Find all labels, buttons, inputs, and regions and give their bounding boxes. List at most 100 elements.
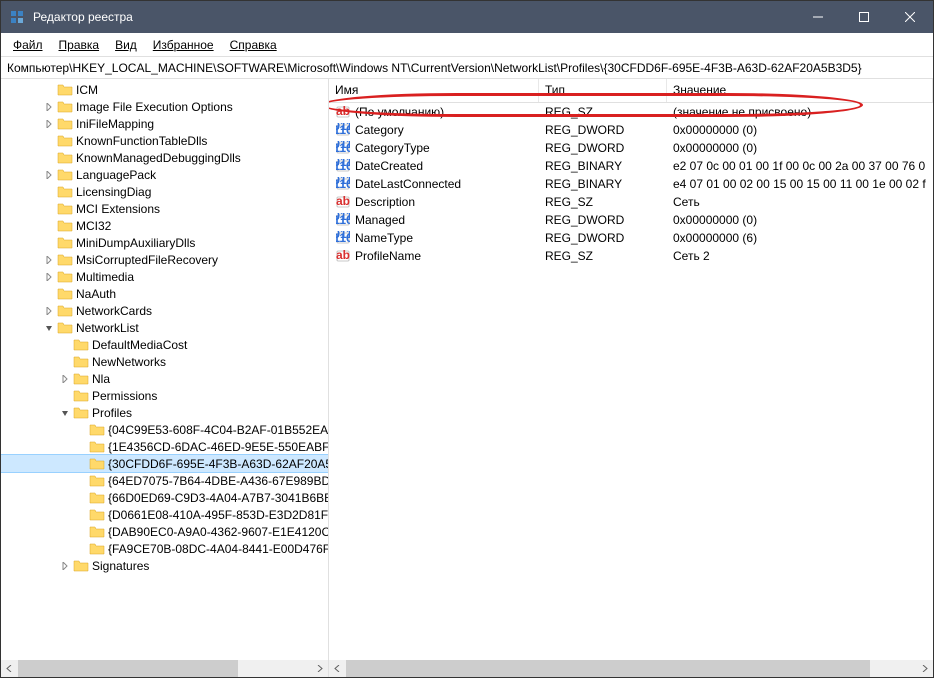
folder-icon <box>73 406 89 420</box>
scroll-thumb[interactable] <box>18 660 238 677</box>
expander-icon[interactable] <box>41 184 57 200</box>
tree-item[interactable]: NetworkCards <box>1 302 328 319</box>
tree-item[interactable]: NewNetworks <box>1 353 328 370</box>
expander-icon[interactable] <box>41 150 57 166</box>
menu-help[interactable]: Справка <box>222 36 285 54</box>
registry-tree[interactable]: ICMImage File Execution OptionsIniFileMa… <box>1 79 328 660</box>
tree-item[interactable]: KnownManagedDebuggingDlls <box>1 149 328 166</box>
expander-icon[interactable] <box>73 541 89 557</box>
expander-icon[interactable] <box>57 371 73 387</box>
expander-icon[interactable] <box>73 422 89 438</box>
tree-item[interactable]: {FA9CE70B-08DC-4A04-8441-E00D476FA <box>1 540 328 557</box>
tree-item[interactable]: IniFileMapping <box>1 115 328 132</box>
tree-item[interactable]: {64ED7075-7B64-4DBE-A436-67E989BD9 <box>1 472 328 489</box>
expander-icon[interactable] <box>73 456 89 472</box>
list-row[interactable]: abProfileNameREG_SZСеть 2 <box>329 247 933 265</box>
folder-icon <box>73 389 89 403</box>
expander-icon[interactable] <box>57 558 73 574</box>
expander-icon[interactable] <box>73 473 89 489</box>
list-row[interactable]: abDescriptionREG_SZСеть <box>329 193 933 211</box>
tree-item[interactable]: Permissions <box>1 387 328 404</box>
scroll-track[interactable] <box>346 660 916 677</box>
expander-icon[interactable] <box>41 303 57 319</box>
binary-value-icon: 011110 <box>335 176 351 192</box>
expander-icon[interactable] <box>41 82 57 98</box>
tree-item[interactable]: Nla <box>1 370 328 387</box>
address-bar[interactable]: Компьютер\HKEY_LOCAL_MACHINE\SOFTWARE\Mi… <box>1 57 933 79</box>
tree-item[interactable]: Signatures <box>1 557 328 574</box>
tree-item[interactable]: {66D0ED69-C9D3-4A04-A7B7-3041B6BB <box>1 489 328 506</box>
expander-icon[interactable] <box>41 252 57 268</box>
expander-icon[interactable] <box>73 524 89 540</box>
menu-favorites[interactable]: Избранное <box>145 36 222 54</box>
expander-icon[interactable] <box>41 269 57 285</box>
tree-item[interactable]: {D0661E08-410A-495F-853D-E3D2D81F3 <box>1 506 328 523</box>
tree-item[interactable]: Multimedia <box>1 268 328 285</box>
tree-item[interactable]: Profiles <box>1 404 328 421</box>
tree-item[interactable]: KnownFunctionTableDlls <box>1 132 328 149</box>
expander-icon[interactable] <box>73 490 89 506</box>
tree-item[interactable]: MiniDumpAuxiliaryDlls <box>1 234 328 251</box>
list-row[interactable]: 011110CategoryREG_DWORD0x00000000 (0) <box>329 121 933 139</box>
expander-icon[interactable] <box>57 354 73 370</box>
expander-icon[interactable] <box>57 337 73 353</box>
tree-item[interactable]: DefaultMediaCost <box>1 336 328 353</box>
expander-icon[interactable] <box>41 201 57 217</box>
tree-scrollbar-horizontal[interactable] <box>1 660 328 677</box>
scroll-left-icon[interactable] <box>329 660 346 677</box>
expander-icon[interactable] <box>57 405 73 421</box>
tree-item[interactable]: NaAuth <box>1 285 328 302</box>
expander-icon[interactable] <box>41 320 57 336</box>
tree-item[interactable]: MCI32 <box>1 217 328 234</box>
list-row[interactable]: 011110DateCreatedREG_BINARYe2 07 0c 00 0… <box>329 157 933 175</box>
tree-item[interactable]: LanguagePack <box>1 166 328 183</box>
expander-icon[interactable] <box>41 116 57 132</box>
tree-item[interactable]: {DAB90EC0-A9A0-4362-9607-E1E4120C4 <box>1 523 328 540</box>
tree-item[interactable]: NetworkList <box>1 319 328 336</box>
expander-icon[interactable] <box>57 388 73 404</box>
list-row[interactable]: 011110NameTypeREG_DWORD0x00000000 (6) <box>329 229 933 247</box>
column-type[interactable]: Тип <box>539 79 667 102</box>
cell-type: REG_DWORD <box>539 140 667 156</box>
folder-icon <box>57 270 73 284</box>
maximize-button[interactable] <box>841 1 887 33</box>
menu-edit[interactable]: Правка <box>51 36 108 54</box>
tree-item[interactable]: MsiCorruptedFileRecovery <box>1 251 328 268</box>
list-row[interactable]: 011110CategoryTypeREG_DWORD0x00000000 (0… <box>329 139 933 157</box>
address-text: Компьютер\HKEY_LOCAL_MACHINE\SOFTWARE\Mi… <box>7 61 862 75</box>
list-row[interactable]: 011110DateLastConnectedREG_BINARYe4 07 0… <box>329 175 933 193</box>
expander-icon[interactable] <box>41 133 57 149</box>
tree-item[interactable]: {04C99E53-608F-4C04-B2AF-01B552EA2 <box>1 421 328 438</box>
tree-item[interactable]: {1E4356CD-6DAC-46ED-9E5E-550EABF8 <box>1 438 328 455</box>
minimize-button[interactable] <box>795 1 841 33</box>
menu-view[interactable]: Вид <box>107 36 145 54</box>
svg-text:110: 110 <box>336 141 350 155</box>
column-name[interactable]: Имя <box>329 79 539 102</box>
tree-item[interactable]: MCI Extensions <box>1 200 328 217</box>
list-row[interactable]: ab(По умолчанию)REG_SZ(значение не присв… <box>329 103 933 121</box>
column-value[interactable]: Значение <box>667 79 933 102</box>
cell-name: 011110CategoryType <box>329 139 539 157</box>
expander-icon[interactable] <box>73 507 89 523</box>
folder-icon <box>73 559 89 573</box>
expander-icon[interactable] <box>41 286 57 302</box>
tree-item[interactable]: Image File Execution Options <box>1 98 328 115</box>
scroll-thumb[interactable] <box>346 660 870 677</box>
expander-icon[interactable] <box>41 235 57 251</box>
close-button[interactable] <box>887 1 933 33</box>
list-scrollbar-horizontal[interactable] <box>329 660 933 677</box>
tree-item[interactable]: ICM <box>1 81 328 98</box>
expander-icon[interactable] <box>41 167 57 183</box>
scroll-track[interactable] <box>18 660 311 677</box>
scroll-right-icon[interactable] <box>311 660 328 677</box>
list-row[interactable]: 011110ManagedREG_DWORD0x00000000 (0) <box>329 211 933 229</box>
menu-file[interactable]: Файл <box>5 36 51 54</box>
tree-item[interactable]: {30CFDD6F-695E-4F3B-A63D-62AF20A5 <box>1 455 328 472</box>
tree-item[interactable]: LicensingDiag <box>1 183 328 200</box>
expander-icon[interactable] <box>41 99 57 115</box>
scroll-right-icon[interactable] <box>916 660 933 677</box>
expander-icon[interactable] <box>41 218 57 234</box>
expander-icon[interactable] <box>73 439 89 455</box>
scroll-left-icon[interactable] <box>1 660 18 677</box>
value-list[interactable]: ab(По умолчанию)REG_SZ(значение не присв… <box>329 103 933 660</box>
